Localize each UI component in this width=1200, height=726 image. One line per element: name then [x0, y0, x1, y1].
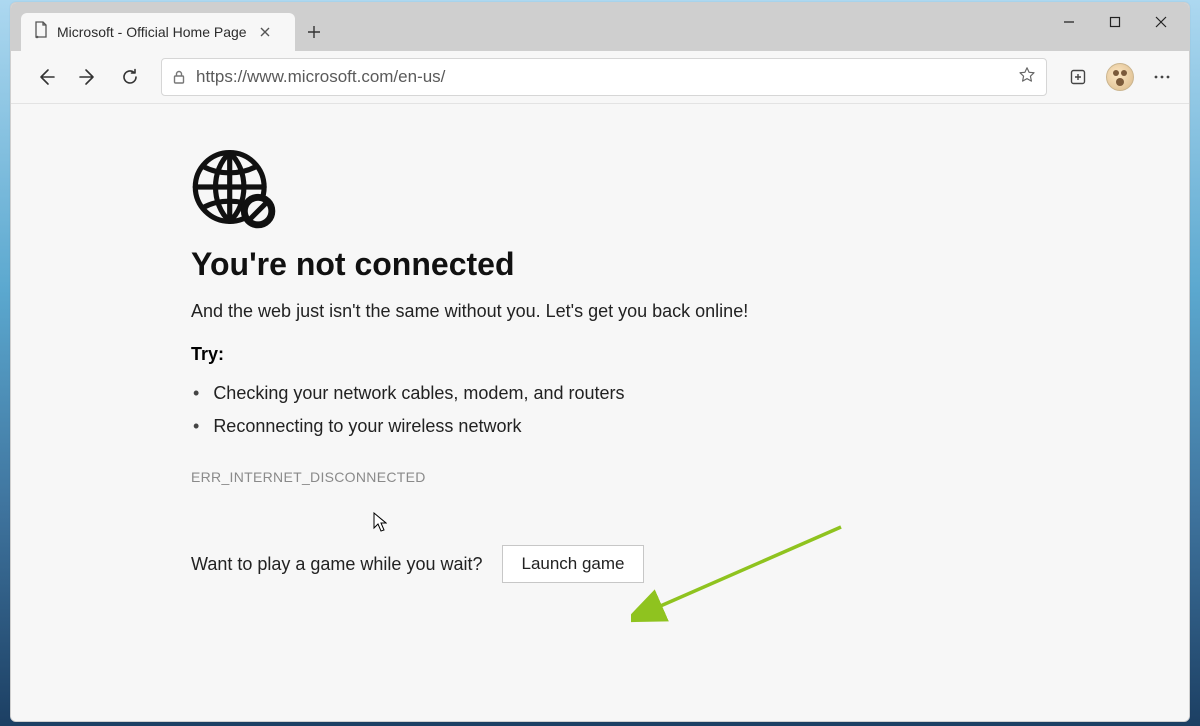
- address-bar[interactable]: https://www.microsoft.com/en-us/: [161, 58, 1047, 96]
- tips-list: Checking your network cables, modem, and…: [193, 377, 751, 443]
- globe-offline-icon: [191, 144, 277, 230]
- error-panel: You're not connected And the web just is…: [171, 144, 771, 623]
- page-content: You're not connected And the web just is…: [11, 104, 1189, 721]
- forward-button[interactable]: [71, 60, 105, 94]
- back-button[interactable]: [29, 60, 63, 94]
- lock-icon: [172, 69, 186, 85]
- browser-window: Microsoft - Official Home Page: [10, 2, 1190, 722]
- maximize-button[interactable]: [1093, 7, 1137, 37]
- avatar-icon: [1106, 63, 1134, 91]
- tab-title: Microsoft - Official Home Page: [57, 24, 247, 40]
- favorites-star-icon[interactable]: [1018, 66, 1036, 89]
- collections-button[interactable]: [1061, 60, 1095, 94]
- page-favicon-icon: [33, 21, 49, 44]
- minimize-button[interactable]: [1047, 7, 1091, 37]
- browser-tab-active[interactable]: Microsoft - Official Home Page: [21, 13, 295, 51]
- browser-toolbar: https://www.microsoft.com/en-us/: [11, 51, 1189, 104]
- tab-strip: Microsoft - Official Home Page: [11, 3, 1189, 51]
- tip-item: Reconnecting to your wireless network: [193, 410, 751, 443]
- play-prompt: Want to play a game while you wait?: [191, 554, 482, 575]
- more-menu-button[interactable]: [1145, 60, 1179, 94]
- url-display: https://www.microsoft.com/en-us/: [196, 67, 445, 87]
- close-tab-icon[interactable]: [257, 24, 273, 40]
- close-window-button[interactable]: [1139, 7, 1183, 37]
- launch-game-button[interactable]: Launch game: [502, 545, 643, 583]
- profile-avatar[interactable]: [1103, 60, 1137, 94]
- refresh-button[interactable]: [113, 60, 147, 94]
- tip-item: Checking your network cables, modem, and…: [193, 377, 751, 410]
- new-tab-button[interactable]: [295, 13, 333, 51]
- error-subtitle: And the web just isn't the same without …: [191, 301, 751, 322]
- try-label: Try:: [191, 344, 751, 365]
- play-row: Want to play a game while you wait? Laun…: [191, 545, 751, 583]
- window-controls: [1047, 7, 1183, 37]
- error-code: ERR_INTERNET_DISCONNECTED: [191, 469, 751, 485]
- error-title: You're not connected: [191, 246, 751, 283]
